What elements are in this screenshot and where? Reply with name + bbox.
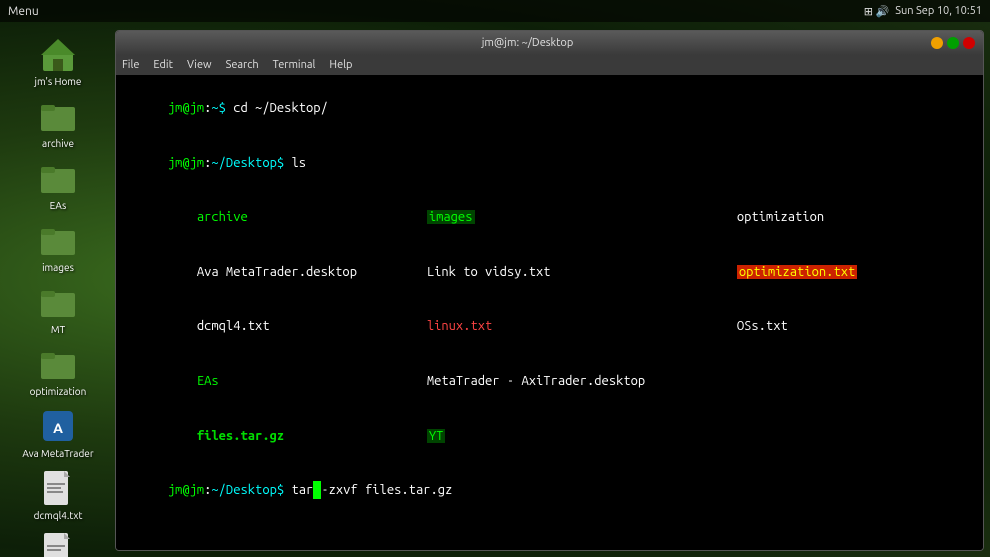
ava-metatrader-label: Ava MetaTrader xyxy=(22,448,93,460)
menu-file[interactable]: File xyxy=(122,59,139,71)
home-icon-label: jm's Home xyxy=(35,76,82,88)
prompt-user-2: jm@jm xyxy=(168,156,204,170)
ls-item-dcmql4: dcmql4.txt xyxy=(124,299,354,354)
clock: Sun Sep 10, 10:51 xyxy=(895,5,982,17)
cd-command-line: jm@jm:~$ cd ~/Desktop/ xyxy=(124,81,975,136)
mt-folder-icon xyxy=(38,282,78,322)
ls-item-eas: EAs xyxy=(124,354,354,409)
archive-folder-icon xyxy=(38,96,78,136)
home-icon-img xyxy=(38,34,78,74)
svg-text:A: A xyxy=(53,420,63,436)
desktop-icon-images[interactable]: images xyxy=(13,218,103,276)
window-buttons xyxy=(931,37,975,49)
desktop-icon-mt[interactable]: MT xyxy=(13,280,103,338)
eas-icon-label: EAs xyxy=(50,200,67,212)
desktop-icon-eas[interactable]: EAs xyxy=(13,156,103,214)
optimization-icon-label: optimization xyxy=(30,386,87,398)
ls-item-link-vidsy: Link to vidsy.txt xyxy=(354,245,664,300)
ls-item-metatrader-axitrader: MetaTrader - AxiTrader.desktop xyxy=(354,354,664,409)
terminal-window: jm@jm: ~/Desktop File Edit View Search T… xyxy=(115,30,984,551)
images-icon-label: images xyxy=(42,262,74,274)
terminal-menubar: File Edit View Search Terminal Help xyxy=(116,55,983,75)
menu-label[interactable]: Menu xyxy=(8,5,39,18)
eas-folder-icon xyxy=(38,158,78,198)
system-tray: ⊞ 🔊 xyxy=(864,5,889,18)
ls-item-archive: archive xyxy=(124,190,354,245)
archive-icon-label: archive xyxy=(42,138,74,150)
ls-item-ava-metatrader: Ava MetaTrader.desktop xyxy=(124,245,354,300)
top-menubar: Menu ⊞ 🔊 Sun Sep 10, 10:51 xyxy=(0,0,990,22)
menu-help[interactable]: Help xyxy=(329,59,352,71)
tar-command-line: jm@jm:~/Desktop$ tar -zxvf files.tar.gz xyxy=(124,463,975,518)
ls-item-files-tar-gz: files.tar.gz xyxy=(124,408,354,463)
terminal-titlebar: jm@jm: ~/Desktop xyxy=(116,31,983,55)
menu-view[interactable]: View xyxy=(187,59,212,71)
ls-col-1: archive Ava MetaTrader.desktop dcmql4.tx… xyxy=(124,190,354,463)
ls-item-images: images xyxy=(354,190,664,245)
menu-edit[interactable]: Edit xyxy=(153,59,173,71)
ls-item-linux-txt: linux.txt xyxy=(354,299,664,354)
ls-col-3: optimization optimization.txt OSs.txt xyxy=(664,190,975,463)
menu-search[interactable]: Search xyxy=(226,59,259,71)
close-button[interactable] xyxy=(963,37,975,49)
minimize-button[interactable] xyxy=(931,37,943,49)
ls-output-grid: archive Ava MetaTrader.desktop dcmql4.tx… xyxy=(124,190,975,463)
menubar-right: ⊞ 🔊 Sun Sep 10, 10:51 xyxy=(864,5,982,18)
ls-item-optimization: optimization xyxy=(664,190,975,245)
desktop-icon-link-vidsy[interactable]: ↗ Link to vidsy.txt xyxy=(13,528,103,557)
maximize-button[interactable] xyxy=(947,37,959,49)
desktop-icon-optimization[interactable]: optimization xyxy=(13,342,103,400)
ls-item-empty2 xyxy=(664,372,975,390)
terminal-title: jm@jm: ~/Desktop xyxy=(124,37,931,49)
ls-command-line: jm@jm:~/Desktop$ ls xyxy=(124,136,975,191)
dcmql4-file-icon xyxy=(38,468,78,508)
terminal-content[interactable]: jm@jm:~$ cd ~/Desktop/ jm@jm:~/Desktop$ … xyxy=(116,75,983,550)
prompt-user-3: jm@jm xyxy=(168,483,204,497)
ls-item-yt: YT xyxy=(354,408,664,463)
ava-metatrader-icon: A xyxy=(38,406,78,446)
link-vidsy-icon: ↗ xyxy=(38,530,78,557)
desktop-icon-jms-home[interactable]: jm's Home xyxy=(13,32,103,90)
ls-item-empty xyxy=(664,354,975,372)
mt-icon-label: MT xyxy=(51,324,65,336)
dcmql4-label: dcmql4.txt xyxy=(34,510,83,522)
desktop-icon-ava-metatrader[interactable]: A Ava MetaTrader xyxy=(13,404,103,462)
ls-item-oss-txt: OSs.txt xyxy=(664,299,975,354)
ls-col-2: images Link to vidsy.txt linux.txt MetaT… xyxy=(354,190,664,463)
desktop-icon-archive[interactable]: archive xyxy=(13,94,103,152)
ls-item-optimization-txt: optimization.txt xyxy=(664,245,975,300)
desktop-icon-dcmql4[interactable]: dcmql4.txt xyxy=(13,466,103,524)
optimization-folder-icon xyxy=(38,344,78,384)
desktop-icons-area: jm's Home archive EAs images xyxy=(0,22,110,557)
menu-terminal[interactable]: Terminal xyxy=(273,59,316,71)
prompt-user-1: jm@jm xyxy=(168,101,204,115)
images-folder-icon xyxy=(38,220,78,260)
